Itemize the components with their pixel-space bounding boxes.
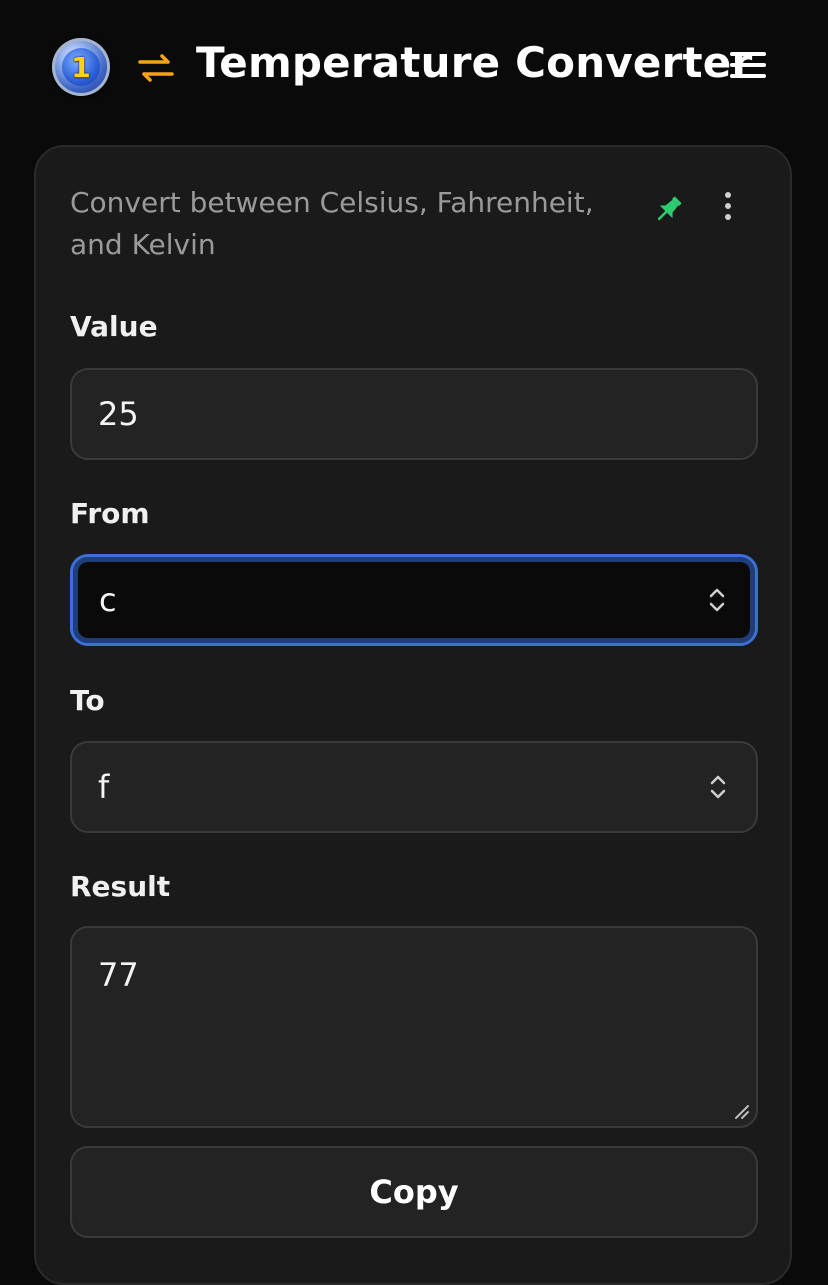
tool-description: Convert between Celsius, Fahrenheit, and… (70, 186, 594, 261)
result-textarea[interactable]: 77 (70, 926, 758, 1128)
chevron-up-down-icon (709, 588, 725, 612)
hamburger-menu-icon[interactable] (730, 52, 766, 84)
value-input[interactable]: 25 (70, 368, 758, 460)
resize-handle-icon[interactable] (732, 1102, 750, 1120)
result-text: 77 (98, 956, 139, 994)
page-title: Temperature Converter (196, 38, 753, 87)
to-select-value: f (98, 768, 110, 806)
copy-button[interactable]: Copy (70, 1146, 758, 1238)
value-input-text: 25 (98, 395, 139, 433)
from-select[interactable]: c (70, 554, 758, 646)
to-select[interactable]: f (70, 741, 758, 833)
pin-icon[interactable] (652, 192, 686, 226)
logo-number: 1 (62, 48, 100, 86)
from-select-value: c (99, 581, 117, 619)
to-label: To (70, 684, 105, 717)
more-vertical-icon[interactable] (718, 192, 738, 228)
swap-arrows-icon (138, 54, 174, 82)
result-label: Result (70, 870, 171, 903)
app-logo[interactable]: 1 (52, 38, 110, 96)
from-label: From (70, 497, 150, 530)
value-label: Value (70, 310, 158, 343)
chevron-up-down-icon (710, 775, 726, 799)
app-header: 1 Temperature Converter (0, 0, 828, 140)
